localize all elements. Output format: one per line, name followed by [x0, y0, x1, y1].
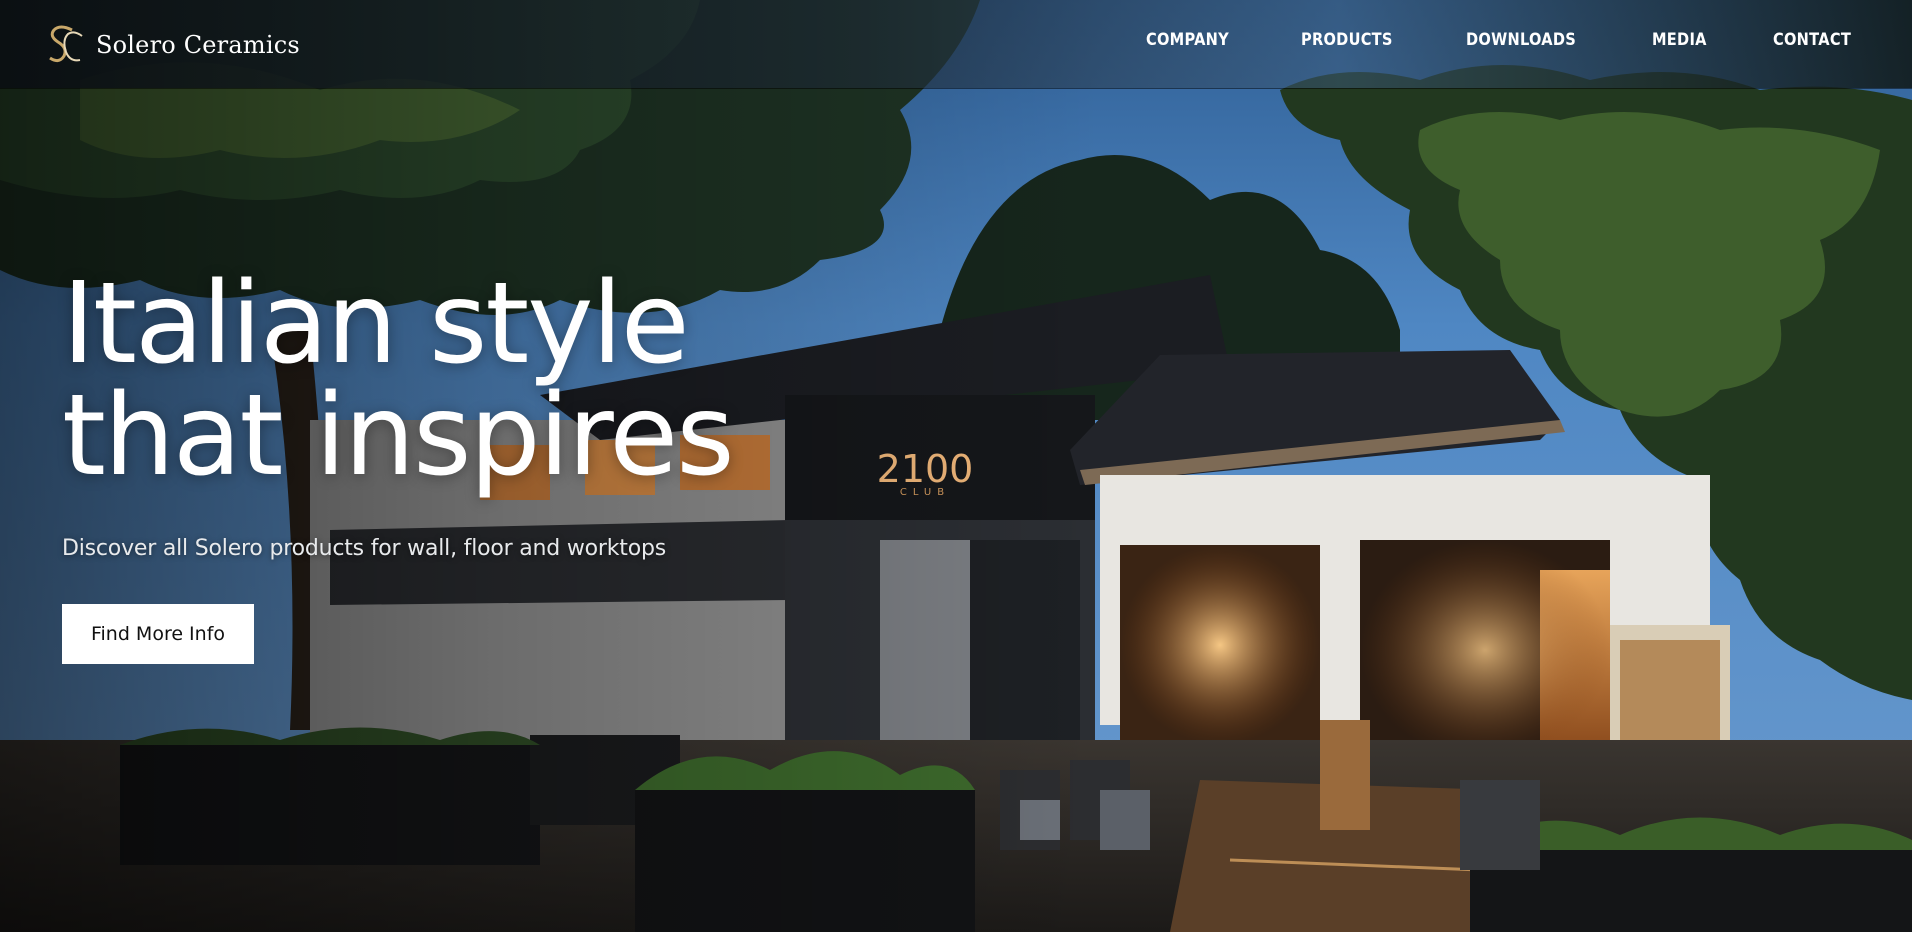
hero-headline-line2: that inspires [62, 371, 735, 501]
nav-item-contact[interactable]: CONTACT [1773, 30, 1851, 50]
nav-item-downloads[interactable]: DOWNLOADS [1466, 30, 1576, 50]
top-navbar: Solero Ceramics COMPANY PRODUCTS DOWNLOA… [0, 0, 1912, 88]
solero-monogram-icon [49, 25, 83, 63]
main-nav: COMPANY PRODUCTS DOWNLOADS MEDIA CONTACT [1088, 30, 1864, 50]
brand-name: Solero Ceramics [96, 31, 300, 59]
nav-item-products[interactable]: PRODUCTS [1301, 30, 1393, 50]
brand-logo-link[interactable]: Solero Ceramics [44, 22, 300, 68]
find-more-info-button[interactable]: Find More Info [62, 604, 254, 664]
nav-item-company[interactable]: COMPANY [1146, 30, 1229, 50]
nav-item-media[interactable]: MEDIA [1652, 30, 1707, 50]
hero-section: 2100 CLUB [0, 0, 1912, 932]
hero-headline: Italian style that inspires [62, 268, 962, 492]
hero-subheadline: Discover all Solero products for wall, f… [62, 536, 666, 561]
hero-headline-line1: Italian style [62, 259, 690, 389]
